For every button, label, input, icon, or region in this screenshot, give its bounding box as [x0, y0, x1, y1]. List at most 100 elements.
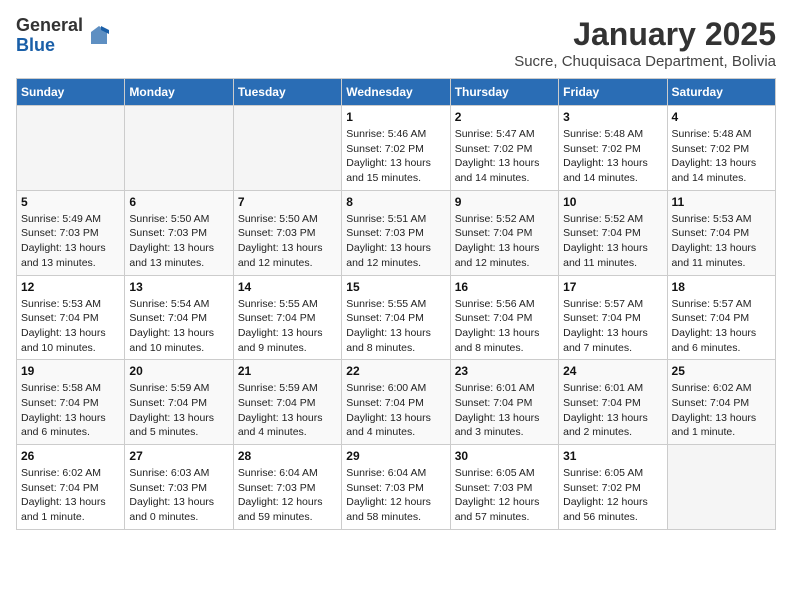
day-number: 16: [455, 280, 554, 294]
calendar-cell: 14Sunrise: 5:55 AM Sunset: 7:04 PM Dayli…: [233, 275, 341, 360]
day-info: Sunrise: 5:52 AM Sunset: 7:04 PM Dayligh…: [563, 212, 662, 271]
day-number: 18: [672, 280, 771, 294]
day-info: Sunrise: 6:01 AM Sunset: 7:04 PM Dayligh…: [563, 381, 662, 440]
day-number: 9: [455, 195, 554, 209]
day-number: 10: [563, 195, 662, 209]
calendar-cell: 27 Sunrise: 6:03 AM Sunset: 7:03 PM Dayli…: [125, 445, 233, 530]
day-info: Sunrise: 5:55 AM Sunset: 7:04 PM Dayligh…: [346, 297, 445, 356]
day-info: Sunrise: 6:05 AM Sunset: 7:03 PM Dayligh…: [455, 466, 554, 525]
calendar-week-1: 1 Sunrise: 5:46 AM Sunset: 7:02 PM Daylig…: [17, 106, 776, 191]
day-info: Sunrise: 5:49 AM Sunset: 7:03 PM Dayligh…: [21, 212, 120, 271]
day-number: 3: [563, 110, 662, 124]
calendar-cell: 3 Sunrise: 5:48 AM Sunset: 7:02 PM Daylig…: [559, 106, 667, 191]
calendar-cell: 17 Sunrise: 5:57 AM Sunset: 7:04 PM Dayli…: [559, 275, 667, 360]
calendar-cell: 31Sunrise: 6:05 AM Sunset: 7:02 PM Dayli…: [559, 445, 667, 530]
day-header-thursday: Thursday: [450, 79, 558, 106]
day-info: Sunrise: 5:52 AM Sunset: 7:04 PM Dayligh…: [455, 212, 554, 271]
calendar-cell: 20 Sunrise: 5:59 AM Sunset: 7:04 PM Dayli…: [125, 360, 233, 445]
day-info: Sunrise: 6:04 AM Sunset: 7:03 PM Dayligh…: [346, 466, 445, 525]
day-number: 30: [455, 449, 554, 463]
day-number: 27: [129, 449, 228, 463]
day-number: 20: [129, 364, 228, 378]
calendar-cell: 23 Sunrise: 6:01 AM Sunset: 7:04 PM Dayli…: [450, 360, 558, 445]
day-info: Sunrise: 5:50 AM Sunset: 7:03 PM Dayligh…: [129, 212, 228, 271]
day-number: 28: [238, 449, 337, 463]
calendar-cell: 18 Sunrise: 5:57 AM Sunset: 7:04 PM Dayli…: [667, 275, 775, 360]
day-info: Sunrise: 5:56 AM Sunset: 7:04 PM Dayligh…: [455, 297, 554, 356]
day-info: Sunrise: 5:59 AM Sunset: 7:04 PM Dayligh…: [238, 381, 337, 440]
calendar-cell: 9 Sunrise: 5:52 AM Sunset: 7:04 PM Daylig…: [450, 190, 558, 275]
day-info: Sunrise: 5:48 AM Sunset: 7:02 PM Dayligh…: [563, 127, 662, 186]
day-info: Sunrise: 6:02 AM Sunset: 7:04 PM Dayligh…: [672, 381, 771, 440]
calendar-cell: 26 Sunrise: 6:02 AM Sunset: 7:04 PM Dayli…: [17, 445, 125, 530]
day-info: Sunrise: 5:46 AM Sunset: 7:02 PM Dayligh…: [346, 127, 445, 186]
calendar-cell: 10 Sunrise: 5:52 AM Sunset: 7:04 PM Dayli…: [559, 190, 667, 275]
day-number: 22: [346, 364, 445, 378]
calendar-cell: [125, 106, 233, 191]
calendar-cell: 29 Sunrise: 6:04 AM Sunset: 7:03 PM Dayli…: [342, 445, 450, 530]
calendar-cell: 25Sunrise: 6:02 AM Sunset: 7:04 PM Dayli…: [667, 360, 775, 445]
calendar-week-4: 19 Sunrise: 5:58 AM Sunset: 7:04 PM Dayli…: [17, 360, 776, 445]
day-info: Sunrise: 5:55 AM Sunset: 7:04 PM Dayligh…: [238, 297, 337, 356]
day-info: Sunrise: 5:57 AM Sunset: 7:04 PM Dayligh…: [672, 297, 771, 356]
title-block: January 2025 Sucre, Chuquisaca Departmen…: [514, 16, 776, 70]
day-info: Sunrise: 5:54 AM Sunset: 7:04 PM Dayligh…: [129, 297, 228, 356]
calendar-cell: 15Sunrise: 5:55 AM Sunset: 7:04 PM Dayli…: [342, 275, 450, 360]
day-info: Sunrise: 5:48 AM Sunset: 7:02 PM Dayligh…: [672, 127, 771, 186]
day-info: Sunrise: 5:57 AM Sunset: 7:04 PM Dayligh…: [563, 297, 662, 356]
month-title: January 2025: [514, 16, 776, 53]
calendar-cell: 6Sunrise: 5:50 AM Sunset: 7:03 PM Daylig…: [125, 190, 233, 275]
day-info: Sunrise: 6:01 AM Sunset: 7:04 PM Dayligh…: [455, 381, 554, 440]
day-info: Sunrise: 6:00 AM Sunset: 7:04 PM Dayligh…: [346, 381, 445, 440]
calendar-cell: 5 Sunrise: 5:49 AM Sunset: 7:03 PM Daylig…: [17, 190, 125, 275]
day-header-friday: Friday: [559, 79, 667, 106]
page-header: General Blue January 2025 Sucre, Chuquis…: [16, 16, 776, 70]
day-number: 23: [455, 364, 554, 378]
logo-icon: [87, 24, 111, 48]
calendar-cell: 24 Sunrise: 6:01 AM Sunset: 7:04 PM Dayli…: [559, 360, 667, 445]
calendar-cell: 19 Sunrise: 5:58 AM Sunset: 7:04 PM Dayli…: [17, 360, 125, 445]
day-number: 12: [21, 280, 120, 294]
day-info: Sunrise: 5:50 AM Sunset: 7:03 PM Dayligh…: [238, 212, 337, 271]
day-header-saturday: Saturday: [667, 79, 775, 106]
calendar-cell: 30 Sunrise: 6:05 AM Sunset: 7:03 PM Dayli…: [450, 445, 558, 530]
calendar-cell: [667, 445, 775, 530]
calendar-cell: [17, 106, 125, 191]
day-info: Sunrise: 6:02 AM Sunset: 7:04 PM Dayligh…: [21, 466, 120, 525]
calendar-header-row: SundayMondayTuesdayWednesdayThursdayFrid…: [17, 79, 776, 106]
calendar-week-2: 5 Sunrise: 5:49 AM Sunset: 7:03 PM Daylig…: [17, 190, 776, 275]
day-header-tuesday: Tuesday: [233, 79, 341, 106]
logo-blue-text: Blue: [16, 36, 83, 56]
day-info: Sunrise: 5:47 AM Sunset: 7:02 PM Dayligh…: [455, 127, 554, 186]
day-info: Sunrise: 5:59 AM Sunset: 7:04 PM Dayligh…: [129, 381, 228, 440]
calendar-cell: 28 Sunrise: 6:04 AM Sunset: 7:03 PM Dayli…: [233, 445, 341, 530]
day-info: Sunrise: 6:03 AM Sunset: 7:03 PM Dayligh…: [129, 466, 228, 525]
day-info: Sunrise: 5:53 AM Sunset: 7:04 PM Dayligh…: [21, 297, 120, 356]
day-info: Sunrise: 5:51 AM Sunset: 7:03 PM Dayligh…: [346, 212, 445, 271]
calendar-cell: 12 Sunrise: 5:53 AM Sunset: 7:04 PM Dayli…: [17, 275, 125, 360]
day-info: Sunrise: 5:58 AM Sunset: 7:04 PM Dayligh…: [21, 381, 120, 440]
day-number: 26: [21, 449, 120, 463]
calendar-week-5: 26 Sunrise: 6:02 AM Sunset: 7:04 PM Dayli…: [17, 445, 776, 530]
calendar-table: SundayMondayTuesdayWednesdayThursdayFrid…: [16, 78, 776, 530]
day-number: 29: [346, 449, 445, 463]
day-number: 7: [238, 195, 337, 209]
calendar-cell: [233, 106, 341, 191]
calendar-week-3: 12 Sunrise: 5:53 AM Sunset: 7:04 PM Dayli…: [17, 275, 776, 360]
calendar-cell: 16 Sunrise: 5:56 AM Sunset: 7:04 PM Dayli…: [450, 275, 558, 360]
day-header-wednesday: Wednesday: [342, 79, 450, 106]
calendar-cell: 21Sunrise: 5:59 AM Sunset: 7:04 PM Dayli…: [233, 360, 341, 445]
day-number: 1: [346, 110, 445, 124]
day-number: 24: [563, 364, 662, 378]
day-number: 11: [672, 195, 771, 209]
day-info: Sunrise: 6:04 AM Sunset: 7:03 PM Dayligh…: [238, 466, 337, 525]
day-number: 17: [563, 280, 662, 294]
calendar-cell: 1 Sunrise: 5:46 AM Sunset: 7:02 PM Daylig…: [342, 106, 450, 191]
logo: General Blue: [16, 16, 111, 56]
day-info: Sunrise: 5:53 AM Sunset: 7:04 PM Dayligh…: [672, 212, 771, 271]
day-number: 5: [21, 195, 120, 209]
day-number: 19: [21, 364, 120, 378]
day-number: 31: [563, 449, 662, 463]
calendar-cell: 4Sunrise: 5:48 AM Sunset: 7:02 PM Daylig…: [667, 106, 775, 191]
day-header-monday: Monday: [125, 79, 233, 106]
